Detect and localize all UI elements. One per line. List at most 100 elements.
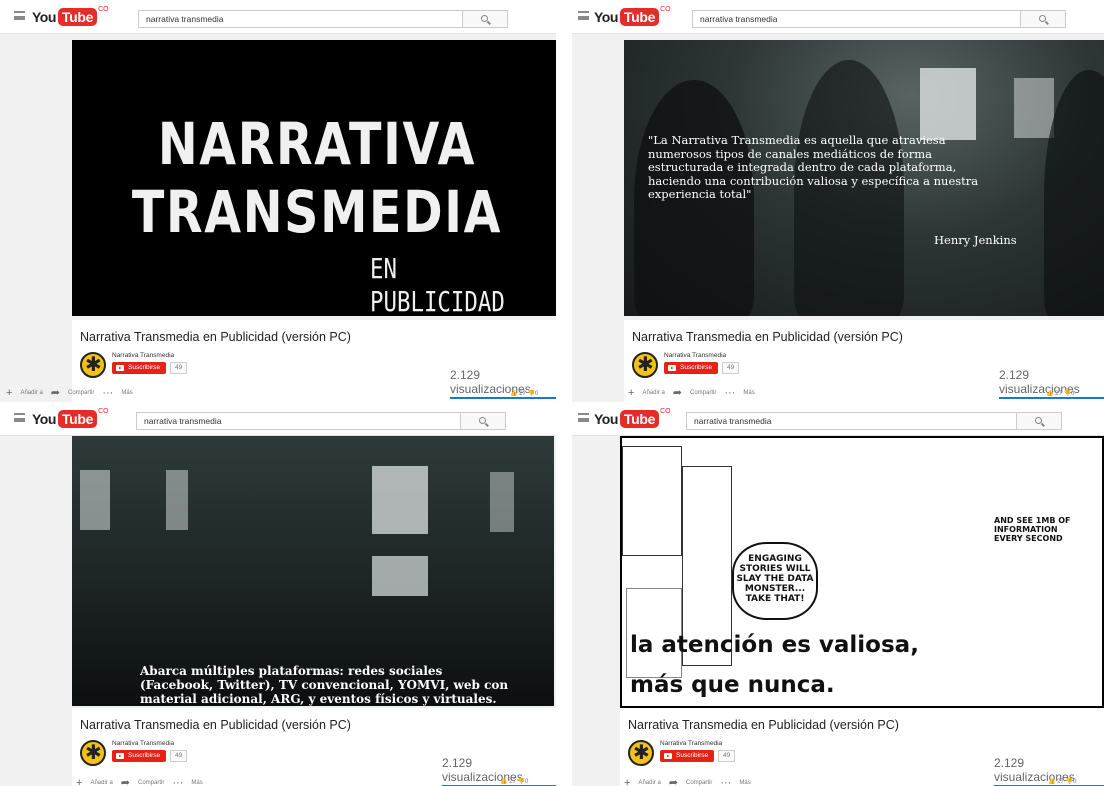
youtube-logo[interactable]: You Tube CO [32, 6, 109, 28]
frame-quote-author: Henry Jenkins [934, 233, 1017, 247]
share-icon[interactable]: ➦ [673, 386, 682, 399]
search-input[interactable]: narrativa transmedia [138, 10, 463, 28]
add-icon[interactable]: + [6, 387, 12, 399]
more-icon[interactable]: ··· [720, 777, 731, 786]
menu-icon[interactable] [14, 11, 25, 20]
add-to-button[interactable]: Añadir a [90, 780, 112, 786]
youtube-logo[interactable]: You Tube CO [594, 6, 671, 28]
add-icon[interactable]: + [624, 777, 630, 786]
add-to-button[interactable]: Añadir a [20, 390, 42, 396]
add-icon[interactable]: + [628, 387, 634, 399]
video-player[interactable]: "La Narrativa Transmedia es aquella que … [624, 40, 1104, 316]
youtube-logo[interactable]: You Tube CO [594, 408, 671, 430]
channel-name[interactable]: Narrativa Transmedia [664, 352, 726, 359]
like-icon[interactable]: 👍 [500, 779, 507, 785]
like-dislike: 👍 27 👎0 [1048, 778, 1076, 785]
share-button[interactable]: Compartir [690, 390, 716, 396]
add-to-button[interactable]: Añadir a [638, 780, 660, 786]
search-button[interactable] [1020, 10, 1066, 28]
dislike-count: 0 [535, 391, 539, 397]
add-to-button[interactable]: Añadir a [642, 390, 664, 396]
background-window [166, 470, 188, 530]
channel-name[interactable]: Narrativa Transmedia [112, 352, 174, 359]
background-window [372, 466, 428, 534]
like-dislike: 👍 27 👎0 [500, 778, 528, 785]
search-button[interactable] [462, 10, 508, 28]
subscribe-button[interactable]: Suscribirse [112, 362, 167, 374]
video-player[interactable]: NARRATIVA TRANSMEDIA EN PUBLICIDAD [72, 40, 556, 316]
logo-tube: Tube [57, 8, 98, 26]
youtube-panel-3: You Tube CO narrativa transmedia Abarca … [0, 402, 556, 786]
menu-icon[interactable] [578, 413, 589, 422]
video-player[interactable]: ENGAGING STORIES WILL SLAY THE DATA MONS… [620, 436, 1104, 708]
menu-icon[interactable] [578, 11, 589, 20]
subscribe-button[interactable]: Suscribirse [664, 362, 719, 374]
like-icon[interactable]: 👍 [1046, 391, 1053, 397]
share-button[interactable]: Compartir [68, 390, 94, 396]
search-input[interactable]: narrativa transmedia [136, 412, 462, 430]
avatar[interactable] [80, 740, 106, 766]
search-button[interactable] [460, 412, 506, 430]
like-count: 27 [1057, 779, 1064, 785]
background-window [490, 472, 514, 532]
subscribe-button[interactable]: Suscribirse [112, 750, 167, 762]
like-dislike: 👍 27 👎0 [510, 390, 538, 397]
side-text: AND SEE 1MB OF INFORMATION EVERY SECOND [994, 516, 1071, 543]
dislike-icon[interactable]: 👎 [518, 779, 525, 785]
search-icon [479, 417, 486, 424]
avatar[interactable] [80, 352, 106, 378]
more-button[interactable]: Más [121, 390, 132, 396]
more-button[interactable]: Más [743, 390, 754, 396]
add-icon[interactable]: + [76, 777, 82, 786]
share-icon[interactable]: ➦ [121, 776, 130, 786]
subscriber-count: 49 [170, 362, 188, 374]
dislike-icon[interactable]: 👎 [1064, 391, 1071, 397]
like-count: 27 [1055, 391, 1062, 397]
more-icon[interactable]: ··· [172, 777, 183, 786]
avatar[interactable] [628, 740, 654, 766]
more-button[interactable]: Más [739, 780, 750, 786]
channel-name[interactable]: Narrativa Transmedia [660, 740, 722, 747]
subscribe-button[interactable]: Suscribirse [660, 750, 715, 762]
more-icon[interactable]: ··· [102, 387, 113, 399]
like-count: 27 [509, 779, 516, 785]
search-input[interactable]: narrativa transmedia [692, 10, 1022, 28]
screenshot-collage: You Tube CO narrativa transmedia NARRATI… [0, 0, 1104, 786]
top-bar: You Tube CO narrativa transmedia [572, 0, 1104, 34]
like-icon[interactable]: 👍 [510, 391, 517, 397]
background-window [80, 470, 110, 530]
more-button[interactable]: Más [191, 780, 202, 786]
action-bar: + Añadir a ➦ Compartir ··· Más [624, 776, 751, 786]
video-title: Narrativa Transmedia en Publicidad (vers… [628, 718, 899, 732]
subscriber-count: 49 [722, 362, 740, 374]
top-bar: You Tube CO narrativa transmedia [572, 402, 1104, 436]
search-input[interactable]: narrativa transmedia [686, 412, 1018, 430]
avatar[interactable] [632, 352, 658, 378]
more-icon[interactable]: ··· [724, 387, 735, 399]
share-icon[interactable]: ➦ [51, 386, 60, 399]
share-button[interactable]: Compartir [138, 780, 164, 786]
video-info: Narrativa Transmedia en Publicidad (vers… [72, 320, 556, 402]
search-button[interactable] [1016, 412, 1062, 430]
share-icon[interactable]: ➦ [669, 776, 678, 786]
dislike-count: 0 [1073, 779, 1077, 785]
video-info: Narrativa Transmedia en Publicidad (vers… [72, 708, 556, 786]
like-dislike: 👍 27 👎0 [1046, 390, 1074, 397]
video-info: Narrativa Transmedia en Publicidad (vers… [620, 708, 1104, 786]
share-button[interactable]: Compartir [686, 780, 712, 786]
dislike-icon[interactable]: 👎 [1066, 779, 1073, 785]
youtube-logo[interactable]: You Tube CO [32, 408, 109, 430]
video-player[interactable]: Abarca múltiples plataformas: redes soci… [72, 436, 554, 706]
like-icon[interactable]: 👍 [1048, 779, 1055, 785]
background-window [372, 556, 428, 596]
video-title: Narrativa Transmedia en Publicidad (vers… [80, 330, 351, 344]
video-title: Narrativa Transmedia en Publicidad (vers… [632, 330, 903, 344]
channel-name[interactable]: Narrativa Transmedia [112, 740, 174, 747]
dislike-count: 0 [525, 779, 529, 785]
menu-icon[interactable] [14, 413, 25, 422]
background-window [920, 68, 976, 140]
dislike-icon[interactable]: 👎 [528, 391, 535, 397]
frame-quote: "La Narrativa Transmedia es aquella que … [648, 133, 979, 201]
logo-you: You [32, 9, 56, 25]
logo-co: CO [98, 408, 109, 415]
